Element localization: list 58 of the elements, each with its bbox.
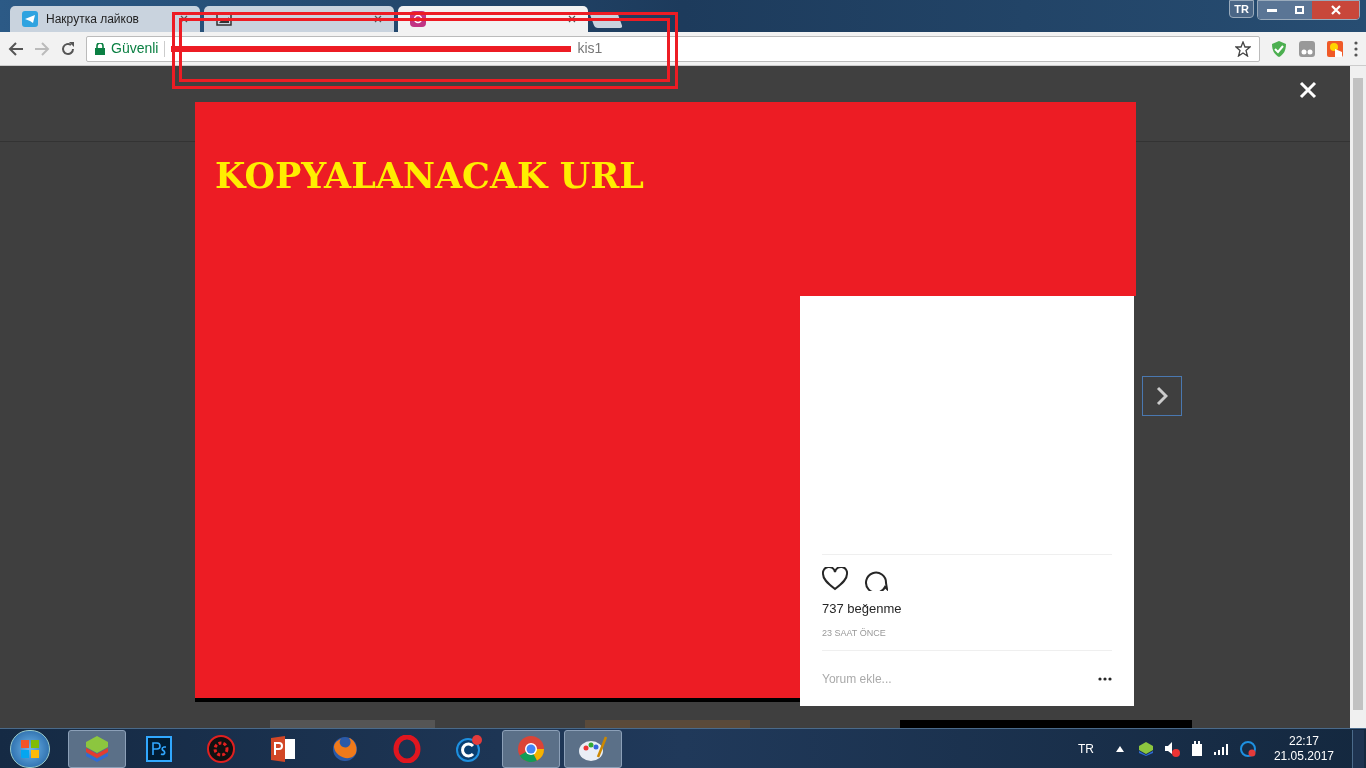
c-logo-icon[interactable] [1239, 740, 1256, 757]
thumbnail[interactable] [270, 720, 435, 728]
clock-time: 22:17 [1288, 733, 1319, 749]
close-icon[interactable] [568, 15, 576, 23]
signal-bars-icon[interactable] [1213, 742, 1230, 755]
gear-icon [207, 734, 235, 763]
browser-tab[interactable]: Накрутка лайков [10, 6, 200, 32]
start-button[interactable] [10, 729, 50, 768]
shield-check-icon[interactable] [1270, 39, 1288, 58]
close-icon [1330, 5, 1341, 15]
menu-icon[interactable] [1354, 40, 1358, 57]
language-indicator[interactable]: TR [1229, 0, 1254, 18]
reload-icon[interactable] [60, 40, 76, 57]
clock-date: 21.05.2017 [1273, 748, 1334, 764]
taskbar-app[interactable] [502, 729, 560, 768]
scrollbar[interactable] [1350, 66, 1366, 728]
like-count[interactable]: 737 beğenme [822, 599, 1112, 619]
close-icon[interactable] [374, 15, 382, 23]
power-plug-icon[interactable] [1189, 740, 1204, 757]
language-indicator[interactable]: TR [1077, 739, 1094, 758]
extension-icon[interactable] [1298, 39, 1316, 58]
ring-logo-icon [393, 734, 421, 763]
comment-field[interactable]: Yorum ekle... [822, 669, 1098, 688]
thumbnail[interactable] [900, 720, 1192, 728]
url-text: kis1 [577, 39, 603, 58]
close-icon[interactable] [180, 15, 188, 23]
chevron-right-icon [1156, 386, 1168, 406]
minimize-button[interactable] [1258, 1, 1286, 19]
next-button[interactable] [1142, 376, 1182, 416]
show-desktop-button[interactable] [1352, 729, 1364, 768]
c-logo-icon [455, 734, 483, 763]
thumbnail[interactable] [585, 720, 750, 728]
back-arrow-icon[interactable] [8, 40, 24, 57]
taskbar-app[interactable] [68, 729, 126, 768]
star-icon[interactable] [1235, 40, 1251, 57]
stacked-layers-icon[interactable] [1137, 741, 1154, 756]
heart-icon[interactable] [822, 567, 848, 591]
palette-icon [578, 734, 608, 763]
restore-button[interactable] [1286, 1, 1312, 19]
secure-label: Güvenli [111, 39, 159, 58]
annotation-heading: KOPYALANACAK URL [215, 154, 644, 198]
post-time: 23 SAAT ÖNCE [822, 626, 887, 640]
address-bar[interactable]: Güvenli kis1 [86, 35, 1260, 62]
chrome-logo-icon [517, 734, 545, 763]
fox-globe-icon [331, 734, 359, 763]
windows-logo-icon [21, 739, 39, 758]
more-options-icon[interactable] [1098, 676, 1112, 681]
caret-up-icon[interactable] [1115, 745, 1124, 752]
slides-logo-icon [269, 734, 297, 763]
paper-plane-icon [22, 11, 38, 27]
lock-icon [95, 42, 105, 55]
hand-pointer-icon[interactable] [1326, 39, 1344, 58]
speaker-muted-icon[interactable] [1163, 740, 1180, 757]
taskbar-app[interactable] [564, 729, 622, 768]
ps-logo-icon [146, 735, 172, 762]
clock[interactable]: 22:17 21.05.2017 [1273, 733, 1334, 764]
close-button[interactable] [1312, 1, 1359, 19]
tab-title: Накрутка лайков [46, 11, 139, 28]
